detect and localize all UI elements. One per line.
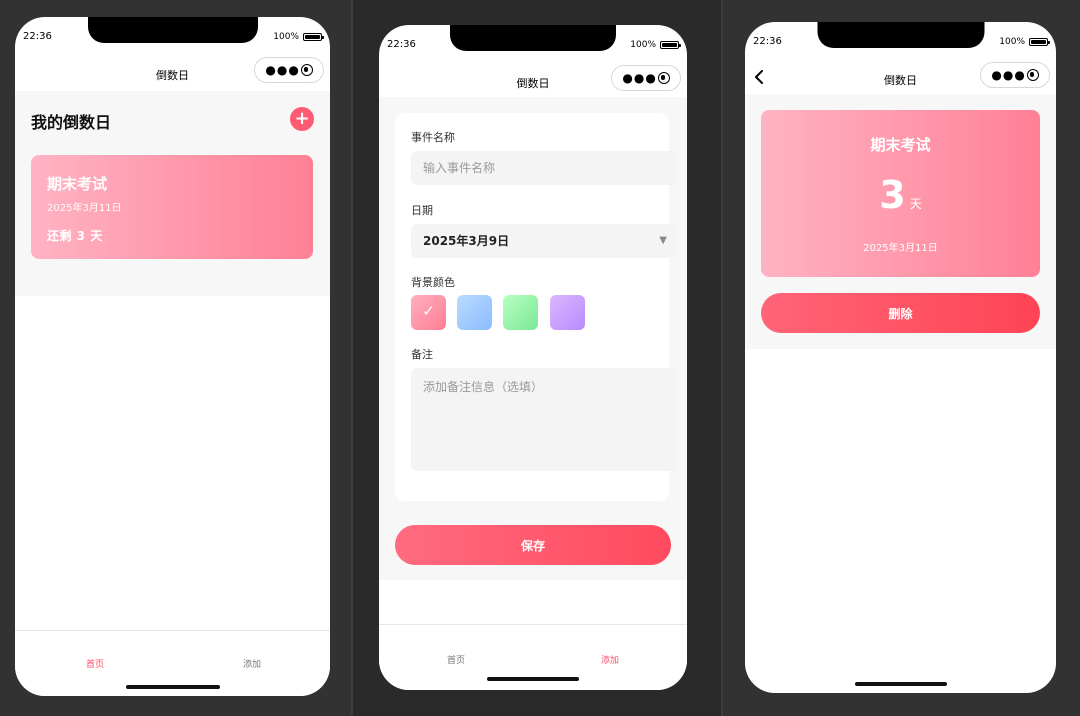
notch: [87, 17, 258, 43]
days-unit: 天: [909, 197, 922, 211]
phone-detail: 22:36 100% 倒数日 ●●● 期末考试 3天 2025年3月11日 删除: [745, 22, 1056, 693]
color-label: 背景颜色: [411, 276, 455, 289]
column-divider: [721, 0, 723, 716]
check-icon: ✓: [422, 302, 435, 320]
page-title: 我的倒数日: [31, 113, 112, 132]
event-detail-card: 期末考试 3天 2025年3月11日: [761, 110, 1040, 277]
tab-bar: 首页 添加: [15, 630, 330, 696]
event-remaining: 还剩 3 天: [47, 229, 103, 243]
status-battery: 100%: [999, 37, 1050, 47]
more-icon[interactable]: ●●●: [622, 72, 656, 84]
note-textarea[interactable]: [411, 368, 677, 471]
status-time: 22:36: [387, 39, 416, 50]
color-swatch-blue[interactable]: [457, 295, 492, 330]
note-label: 备注: [411, 348, 433, 361]
save-button[interactable]: 保存: [395, 525, 671, 565]
event-date: 2025年3月11日: [863, 243, 938, 254]
close-miniprogram-icon[interactable]: [1026, 69, 1039, 81]
color-swatch-pink[interactable]: ✓: [411, 295, 446, 330]
name-label: 事件名称: [411, 131, 455, 144]
battery-percent: 100%: [630, 40, 656, 50]
dropdown-arrow-icon: ▼: [659, 235, 667, 246]
close-miniprogram-icon[interactable]: [657, 72, 670, 84]
battery-percent: 100%: [273, 32, 299, 42]
days-count: 3天: [761, 176, 1040, 214]
tab-add[interactable]: 添加: [601, 653, 619, 666]
column-divider: [351, 0, 353, 716]
battery-icon: [1029, 38, 1050, 46]
event-name: 期末考试: [870, 136, 931, 154]
close-miniprogram-icon[interactable]: [300, 64, 313, 76]
event-name-input[interactable]: [411, 151, 677, 185]
phone-add: 22:36 100% 倒数日 ●●● 事件名称 日期 2025年3月9日 ▼ 背…: [379, 25, 687, 690]
home-indicator: [487, 677, 579, 681]
capsule-menu[interactable]: ●●●: [611, 65, 681, 91]
home-indicator: [854, 682, 947, 686]
status-time: 22:36: [753, 36, 782, 47]
status-battery: 100%: [273, 32, 324, 42]
status-battery: 100%: [630, 40, 681, 50]
event-card[interactable]: 期末考试 2025年3月11日 还剩 3 天: [31, 155, 313, 259]
delete-button[interactable]: 删除: [761, 293, 1040, 333]
color-swatch-purple[interactable]: [550, 295, 585, 330]
home-indicator: [125, 685, 220, 689]
add-event-button[interactable]: +: [290, 107, 314, 131]
phone-home: 22:36 100% 倒数日 ●●● 我的倒数日 + 期末考试 2025年3月1…: [15, 17, 330, 696]
color-swatch-green[interactable]: [503, 295, 538, 330]
battery-icon: [303, 33, 324, 41]
detail-content: 期末考试 3天 2025年3月11日 删除: [745, 94, 1056, 349]
battery-percent: 100%: [999, 37, 1025, 47]
add-content: 事件名称 日期 2025年3月9日 ▼ 背景颜色 ✓ 备注 保存: [379, 97, 687, 580]
home-content: 我的倒数日 + 期末考试 2025年3月11日 还剩 3 天: [15, 91, 330, 296]
date-label: 日期: [411, 204, 433, 217]
capsule-menu[interactable]: ●●●: [980, 62, 1050, 88]
tab-home[interactable]: 首页: [86, 657, 104, 670]
battery-icon: [660, 41, 681, 49]
tab-bar: 首页 添加: [379, 624, 687, 690]
capsule-menu[interactable]: ●●●: [254, 57, 324, 83]
more-icon[interactable]: ●●●: [991, 69, 1025, 81]
days-number: 3: [879, 173, 906, 217]
more-icon[interactable]: ●●●: [265, 64, 299, 76]
event-date: 2025年3月11日: [47, 203, 122, 214]
notch: [817, 22, 984, 48]
status-time: 22:36: [23, 31, 52, 42]
tab-home[interactable]: 首页: [447, 653, 465, 666]
tab-add[interactable]: 添加: [243, 657, 261, 670]
event-name: 期末考试: [47, 175, 108, 193]
event-form: 事件名称 日期 2025年3月9日 ▼ 背景颜色 ✓ 备注: [395, 113, 677, 501]
date-value: 2025年3月9日: [423, 234, 510, 248]
notch: [450, 25, 616, 51]
date-picker[interactable]: 2025年3月9日 ▼: [411, 224, 677, 258]
